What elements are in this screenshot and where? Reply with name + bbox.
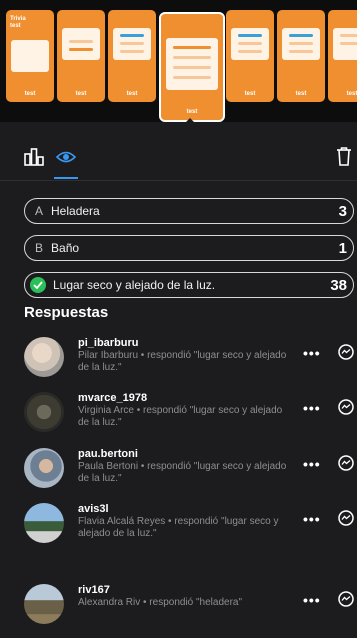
option-count: 38 [330, 276, 347, 294]
response-text: Flavia Alcalá Reyes • respondió "lugar s… [78, 516, 279, 539]
response-row: mvarce_1978 Virginia Arce • respondió "l… [0, 392, 357, 446]
more-options-button[interactable]: ••• [303, 456, 321, 472]
poll-option-correct: Lugar seco y alejado de la luz. 38 [24, 272, 354, 298]
response-row: pi_ibarburu Pilar Ibarburu • respondió "… [0, 337, 357, 391]
eye-icon[interactable] [55, 150, 77, 169]
check-icon [30, 277, 46, 293]
response-username[interactable]: avis3l [78, 503, 109, 515]
avatar[interactable] [24, 337, 64, 377]
response-text: Virginia Arce • respondió "lugar seco y … [78, 405, 283, 428]
avatar[interactable] [24, 503, 64, 543]
message-icon[interactable] [338, 399, 354, 420]
option-text: Heladera [51, 204, 100, 218]
insights-toolbar [0, 122, 357, 181]
thumbnail-tag: test [244, 91, 256, 97]
thumbnail-title: Trivia test [10, 16, 26, 29]
response-row: pau.bertoni Paula Bertoni • respondió "l… [0, 448, 357, 502]
message-icon[interactable] [338, 510, 354, 531]
thumbnail-tag: test [24, 91, 36, 97]
response-text: Pilar Ibarburu • respondió "lugar seco y… [78, 350, 287, 373]
thumbnail-tag: test [75, 91, 87, 97]
bar-chart-icon[interactable] [24, 148, 44, 171]
response-row: avis3l Flavia Alcalá Reyes • respondió "… [0, 503, 357, 557]
story-thumbnail[interactable]: test [328, 10, 357, 102]
message-icon[interactable] [338, 344, 354, 365]
more-options-button[interactable]: ••• [303, 511, 321, 527]
option-text: Baño [51, 241, 80, 255]
option-letter: A [35, 204, 44, 218]
poll-option-a: A Heladera 3 [24, 198, 354, 224]
response-text: Alexandra Riv • respondió "heladera" [78, 597, 243, 608]
thumbnail-tag: test [126, 91, 138, 97]
more-options-button[interactable]: ••• [303, 345, 321, 361]
avatar[interactable] [24, 392, 64, 432]
option-count: 3 [338, 202, 347, 220]
response-row: riv167 Alexandra Riv • respondió "helade… [0, 584, 357, 638]
response-text: Paula Bertoni • respondió "lugar seco y … [78, 461, 287, 484]
story-thumbnail-strip: Trivia test test test test test test tes… [0, 0, 357, 122]
story-thumbnail[interactable]: test [108, 10, 156, 102]
thumbnail-tag: test [295, 91, 307, 97]
option-count: 1 [338, 239, 347, 257]
response-username[interactable]: riv167 [78, 584, 110, 596]
message-icon[interactable] [338, 591, 354, 612]
message-icon[interactable] [338, 455, 354, 476]
option-text: Lugar seco y alejado de la luz. [53, 278, 216, 292]
response-username[interactable]: pau.bertoni [78, 448, 138, 460]
more-options-button[interactable]: ••• [303, 592, 321, 608]
active-tab-indicator [54, 177, 78, 179]
option-letter: B [35, 241, 44, 255]
poll-option-b: B Baño 1 [24, 235, 354, 261]
thumbnail-tag: test [346, 91, 357, 97]
story-thumbnail[interactable]: test [226, 10, 274, 102]
story-thumbnail[interactable]: test [57, 10, 105, 102]
trash-icon[interactable] [336, 146, 352, 171]
avatar[interactable] [24, 584, 64, 624]
story-thumbnail-selected[interactable]: test [159, 12, 225, 122]
thumbnail-tag: test [186, 109, 198, 115]
response-username[interactable]: mvarce_1978 [78, 392, 147, 404]
more-options-button[interactable]: ••• [303, 400, 321, 416]
responses-title: Respuestas [24, 304, 109, 321]
story-thumbnail[interactable]: Trivia test test [6, 10, 54, 102]
story-thumbnail[interactable]: test [277, 10, 325, 102]
response-username[interactable]: pi_ibarburu [78, 337, 139, 349]
avatar[interactable] [24, 448, 64, 488]
